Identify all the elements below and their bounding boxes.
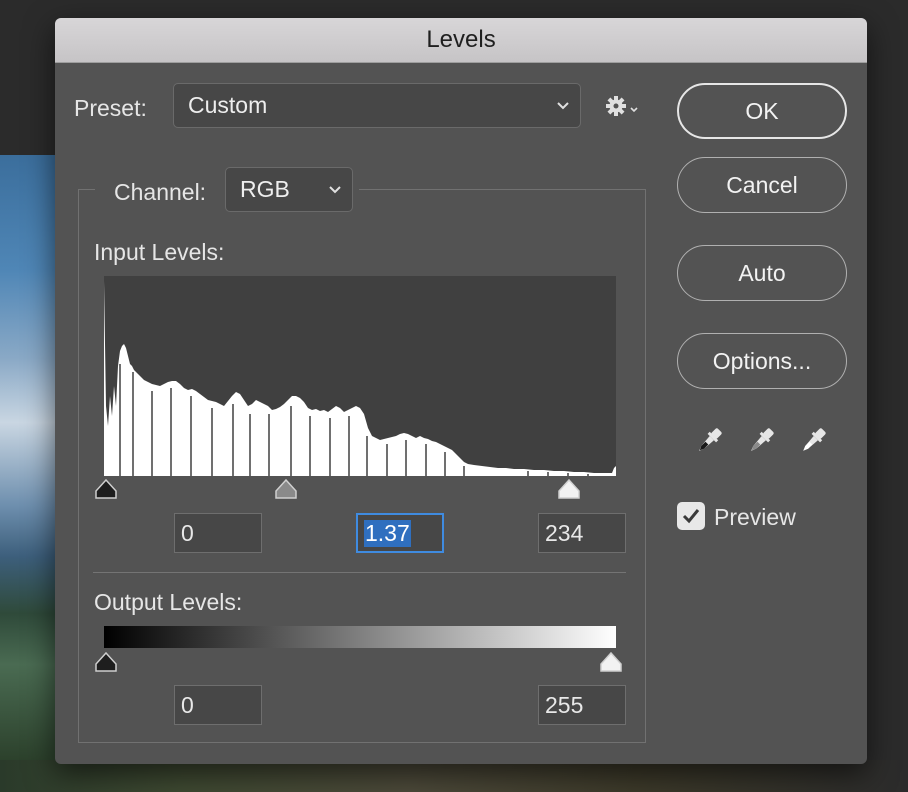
checkmark-icon <box>682 509 700 524</box>
background-photo <box>0 155 60 792</box>
background-photo-bottom <box>0 760 908 792</box>
output-white-slider[interactable] <box>598 651 624 673</box>
input-gamma-slider[interactable] <box>273 478 299 500</box>
channel-label: Channel: <box>114 179 207 205</box>
gear-icon[interactable] <box>604 94 640 118</box>
histogram-graph <box>104 281 616 476</box>
cancel-button[interactable]: Cancel <box>677 157 847 213</box>
preset-label: Preset: <box>74 95 147 121</box>
chevron-down-icon <box>329 185 341 193</box>
auto-button[interactable]: Auto <box>677 245 847 301</box>
preview-label[interactable]: Preview <box>714 504 796 531</box>
dialog-title: Levels <box>55 18 867 63</box>
output-gradient-bar <box>104 626 616 648</box>
ok-button[interactable]: OK <box>677 83 847 139</box>
eyedropper-white-icon[interactable] <box>796 424 830 458</box>
input-black-value: 0 <box>181 519 194 546</box>
output-levels-label: Output Levels: <box>94 589 243 615</box>
histogram <box>104 276 616 476</box>
input-levels-label: Input Levels: <box>94 239 225 265</box>
input-white-value: 234 <box>545 519 584 546</box>
input-black-field[interactable]: 0 <box>174 513 262 553</box>
eyedropper-gray-icon[interactable] <box>744 424 778 458</box>
preset-value: Custom <box>188 92 268 118</box>
input-white-field[interactable]: 234 <box>538 513 626 553</box>
channel-value: RGB <box>240 176 290 202</box>
preset-select[interactable]: Custom <box>173 83 581 128</box>
preview-checkbox[interactable] <box>677 502 705 530</box>
output-white-value: 255 <box>545 691 584 718</box>
input-black-slider[interactable] <box>93 478 119 500</box>
output-white-field[interactable]: 255 <box>538 685 626 725</box>
channel-select[interactable]: RGB <box>225 167 353 212</box>
eyedropper-black-icon[interactable] <box>692 424 726 458</box>
input-gamma-field[interactable]: 1.37 <box>356 513 444 553</box>
options-button[interactable]: Options... <box>677 333 847 389</box>
levels-dialog: Levels Preset: Custom Channel: RGB Input… <box>55 18 867 764</box>
chevron-down-icon <box>557 101 569 109</box>
input-gamma-value: 1.37 <box>364 519 411 547</box>
output-black-field[interactable]: 0 <box>174 685 262 725</box>
output-black-value: 0 <box>181 691 194 718</box>
divider <box>93 572 626 573</box>
input-white-slider[interactable] <box>556 478 582 500</box>
output-black-slider[interactable] <box>93 651 119 673</box>
